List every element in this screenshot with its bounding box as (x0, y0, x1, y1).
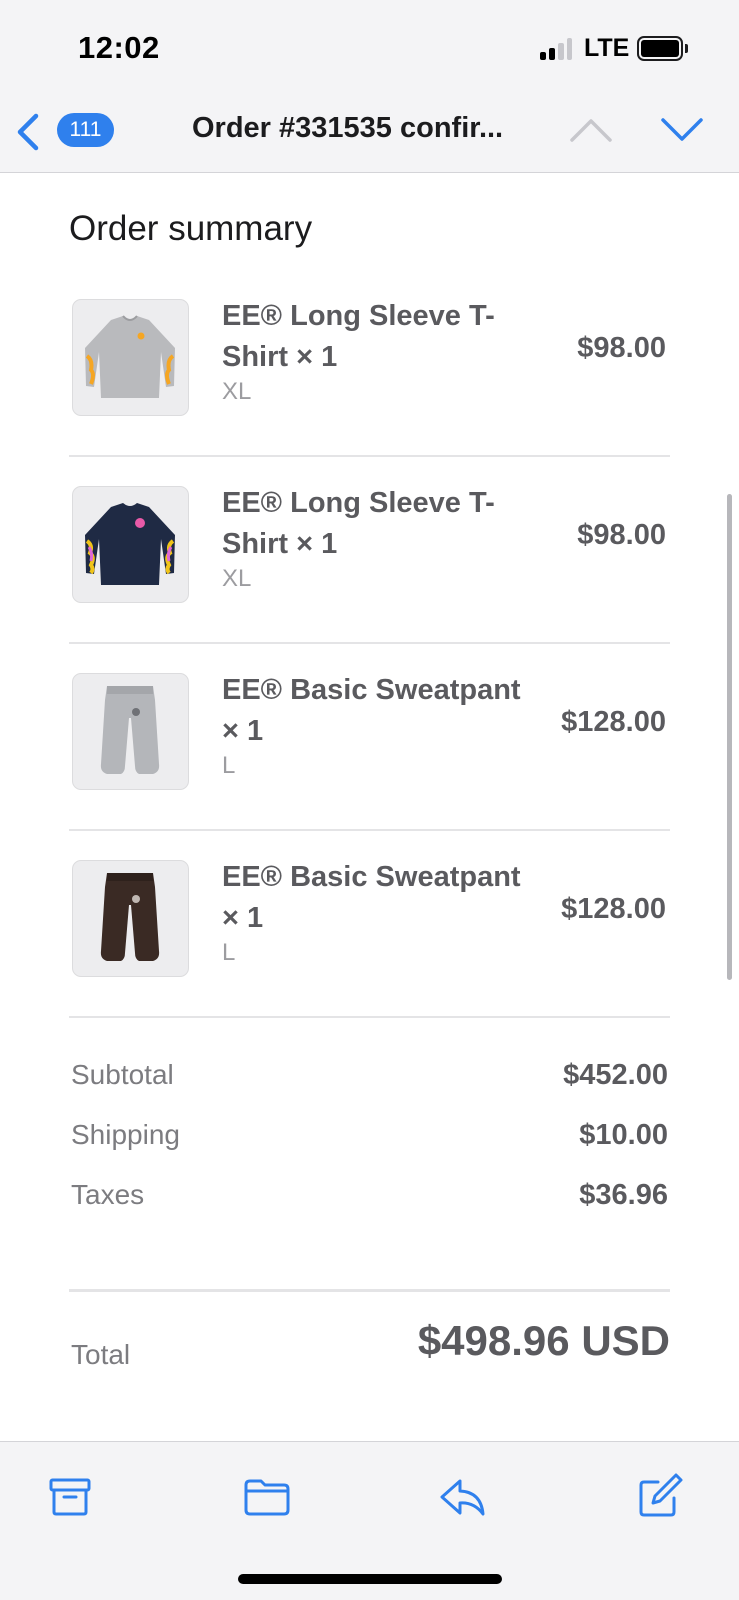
battery-tip (685, 44, 688, 53)
cellular-signal-icon (540, 38, 572, 60)
chevron-left-icon[interactable] (14, 110, 46, 154)
grey-sweatpant-icon (72, 673, 189, 790)
total-label: Total (71, 1339, 131, 1370)
compose-icon[interactable] (636, 1472, 684, 1520)
item-name: EE® Long Sleeve T-Shirt × 1 (222, 487, 495, 560)
navy-long-sleeve-shirt-icon (72, 486, 189, 603)
shipping-label: Shipping (71, 1119, 180, 1150)
item-name: EE® Basic Sweatpant × 1 (222, 674, 521, 747)
brown-sweatpant-icon (72, 860, 189, 977)
status-time: 12:02 (78, 30, 160, 65)
total-value: $498.96 USD (417, 1317, 670, 1364)
item-price: $98.00 (577, 519, 666, 551)
item-name: EE® Long Sleeve T-Shirt × 1 (222, 300, 495, 373)
scroll-indicator[interactable] (727, 494, 732, 980)
subtotal-value: $452.00 (563, 1059, 668, 1091)
message-body: Order summary EE® Long Sleeve T-Shirt × … (0, 173, 739, 1441)
unread-count-badge[interactable]: 111 (57, 113, 114, 147)
shipping-value: $10.00 (579, 1119, 668, 1151)
folder-icon[interactable] (243, 1472, 291, 1520)
item-variant: XL (222, 378, 252, 405)
taxes-row: Taxes $36.96 (69, 1179, 670, 1219)
message-subject: Order #331535 confir... (192, 112, 504, 144)
item-price: $128.00 (561, 893, 666, 925)
chevron-up-icon[interactable] (569, 112, 613, 148)
network-label: LTE (584, 34, 630, 62)
item-name: EE® Basic Sweatpant × 1 (222, 861, 521, 934)
item-variant: L (222, 939, 236, 966)
taxes-label: Taxes (71, 1179, 145, 1210)
status-bar: 12:02 LTE (0, 0, 739, 100)
archive-icon[interactable] (46, 1472, 94, 1520)
battery-icon (637, 36, 683, 61)
order-summary-title: Order summary (69, 209, 313, 248)
order-item: EE® Long Sleeve T-Shirt × 1 XL $98.00 (69, 457, 670, 644)
totals-divider (69, 1289, 670, 1292)
home-indicator[interactable] (238, 1574, 502, 1584)
subtotal-label: Subtotal (71, 1059, 174, 1090)
item-price: $98.00 (577, 332, 666, 364)
reply-icon[interactable] (438, 1472, 486, 1520)
mail-nav-bar: 111 Order #331535 confir... (0, 100, 739, 173)
order-item: EE® Basic Sweatpant × 1 L $128.00 (69, 644, 670, 831)
item-variant: XL (222, 565, 252, 592)
chevron-down-icon[interactable] (660, 112, 704, 148)
subtotal-row: Subtotal $452.00 (69, 1059, 670, 1099)
item-price: $128.00 (561, 706, 666, 738)
item-variant: L (222, 752, 236, 779)
shipping-row: Shipping $10.00 (69, 1119, 670, 1159)
taxes-value: $36.96 (579, 1179, 668, 1211)
grey-long-sleeve-shirt-icon (72, 299, 189, 416)
order-item: EE® Basic Sweatpant × 1 L $128.00 (69, 831, 670, 1018)
order-item: EE® Long Sleeve T-Shirt × 1 XL $98.00 (69, 270, 670, 457)
